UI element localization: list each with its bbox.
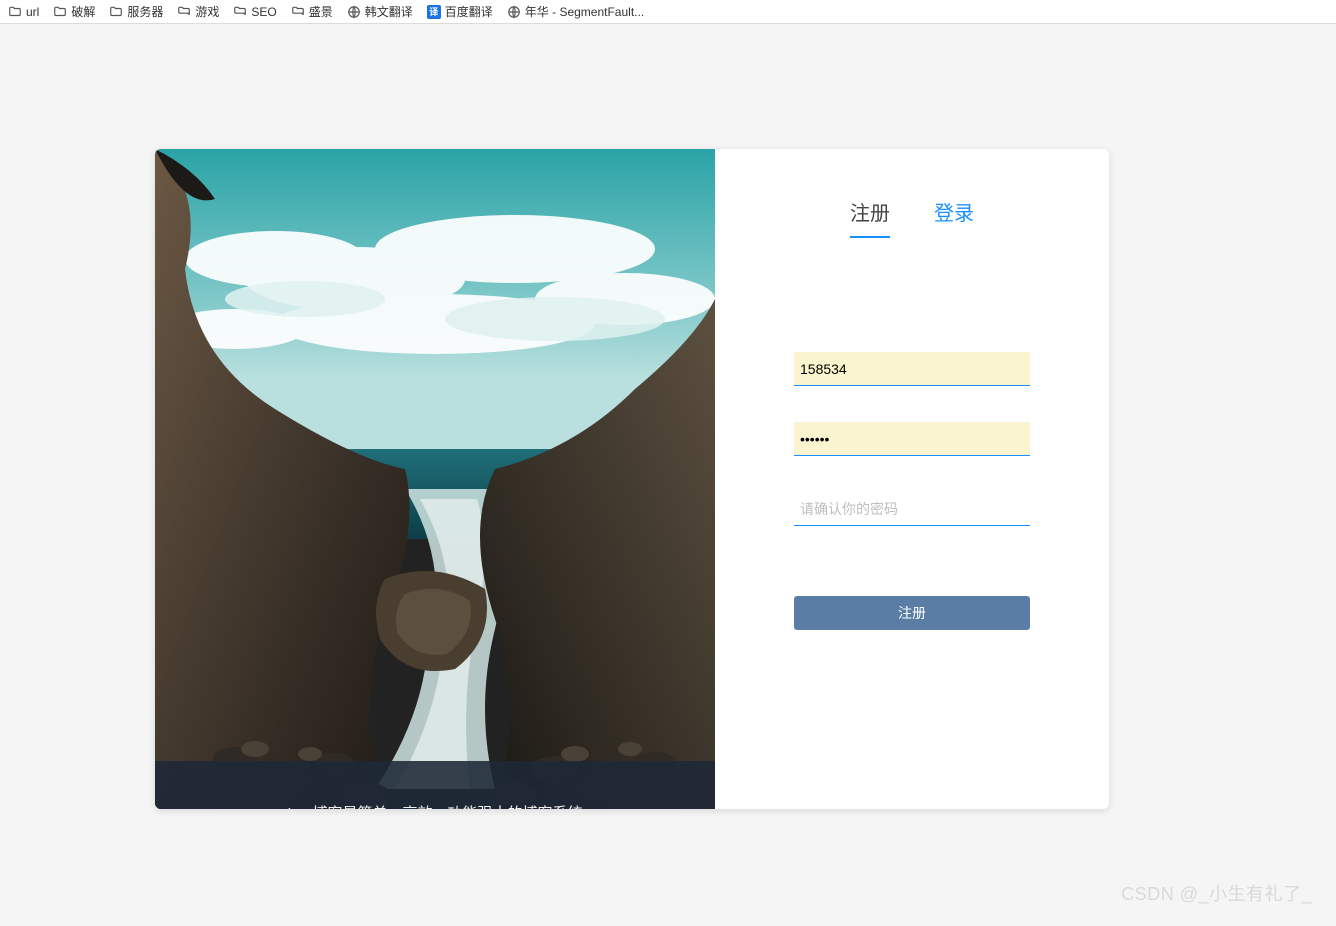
- auth-card: Lua博客是简单、高效、功能强大的博客系统 注册 登录 注册: [155, 149, 1109, 809]
- password-field[interactable]: [794, 422, 1030, 456]
- bookmark-label: SEO: [251, 5, 276, 19]
- folder-icon: [233, 5, 247, 19]
- bookmark-url[interactable]: url: [8, 5, 39, 19]
- bookmark-baidu[interactable]: 译 百度翻译: [427, 3, 493, 20]
- folder-icon: [177, 5, 191, 19]
- bookmark-game[interactable]: 游戏: [177, 3, 219, 20]
- bookmark-pojie[interactable]: 破解: [53, 3, 95, 20]
- bookmark-server[interactable]: 服务器: [109, 3, 163, 20]
- tab-login[interactable]: 登录: [934, 197, 974, 238]
- bookmark-label: url: [26, 5, 39, 19]
- hero-image: Lua博客是简单、高效、功能强大的博客系统: [155, 149, 715, 809]
- register-button[interactable]: 注册: [794, 596, 1030, 630]
- folder-icon: [109, 5, 123, 19]
- folder-icon: [291, 5, 305, 19]
- hero-caption-text: Lua博客是简单、高效、功能强大的博客系统: [287, 802, 582, 809]
- bookmark-bar: url 破解 服务器 游戏 SEO 盛景 韩文翻译 译 百度翻译 年华 - Se…: [0, 0, 1336, 24]
- bookmark-label: 韩文翻译: [365, 3, 413, 20]
- folder-icon: [53, 5, 67, 19]
- bookmark-label: 破解: [71, 3, 95, 20]
- globe-icon: [507, 5, 521, 19]
- register-form: 注册: [794, 352, 1030, 630]
- folder-icon: [8, 5, 22, 19]
- form-panel: 注册 登录 注册: [715, 149, 1109, 809]
- translate-icon: 译: [427, 5, 441, 19]
- globe-icon: [347, 5, 361, 19]
- bookmark-label: 游戏: [195, 3, 219, 20]
- bookmark-label: 服务器: [127, 3, 163, 20]
- confirm-password-field[interactable]: [794, 492, 1030, 526]
- tab-register[interactable]: 注册: [850, 197, 890, 238]
- bookmark-segmentfault[interactable]: 年华 - SegmentFault...: [507, 3, 644, 20]
- hero-caption: Lua博客是简单、高效、功能强大的博客系统: [155, 761, 715, 809]
- bookmark-seo[interactable]: SEO: [233, 5, 276, 19]
- auth-tabs: 注册 登录: [850, 197, 974, 238]
- bookmark-korean[interactable]: 韩文翻译: [347, 3, 413, 20]
- bookmark-label: 盛景: [309, 3, 333, 20]
- watermark: CSDN @_小生有礼了_: [1121, 880, 1312, 906]
- bookmark-label: 年华 - SegmentFault...: [525, 3, 644, 20]
- bookmark-shengjing[interactable]: 盛景: [291, 3, 333, 20]
- bookmark-label: 百度翻译: [445, 3, 493, 20]
- username-field[interactable]: [794, 352, 1030, 386]
